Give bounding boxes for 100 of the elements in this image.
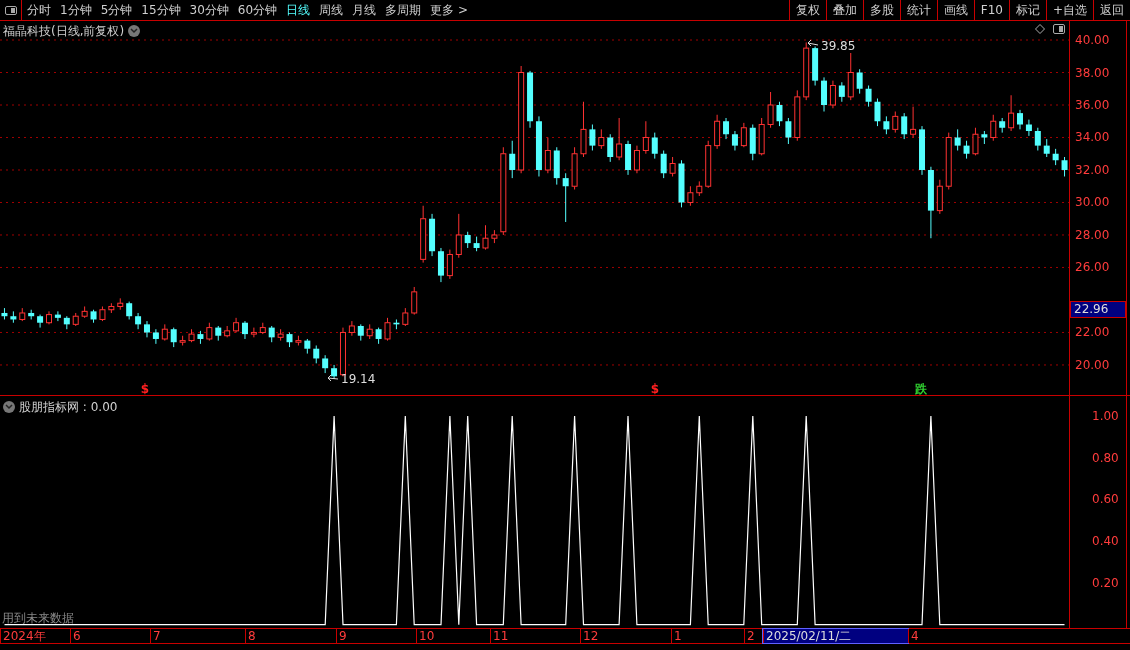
- time-axis-label: 6: [70, 629, 150, 643]
- chevron-down-icon[interactable]: [128, 25, 141, 37]
- candlestick: [482, 224, 489, 251]
- candlestick: [170, 327, 177, 348]
- candlestick: [224, 325, 231, 338]
- price-axis-label: 20.00: [1075, 357, 1110, 372]
- period-tab[interactable]: 日线: [286, 1, 311, 19]
- candlestick: [714, 114, 721, 150]
- candlestick: [812, 46, 819, 86]
- toolbar-button[interactable]: 多股: [862, 0, 900, 20]
- candlestick: [1025, 119, 1032, 137]
- candlestick: [972, 127, 979, 156]
- indicator-axis-label: 0.60: [1092, 492, 1119, 507]
- candlestick: [651, 132, 658, 160]
- candlestick: [821, 76, 827, 112]
- candlestick: [215, 325, 222, 342]
- candlestick: [81, 305, 88, 319]
- candlestick: [749, 124, 756, 161]
- high-price-label: 39.85: [821, 39, 856, 53]
- period-tab[interactable]: 周线: [319, 1, 344, 19]
- candlestick: [259, 322, 266, 335]
- candlestick: [1043, 138, 1050, 158]
- period-tab[interactable]: 1分钟: [60, 1, 92, 19]
- candlestick: [108, 302, 115, 314]
- toolbar-button[interactable]: 返回: [1093, 0, 1130, 20]
- candlestick: [197, 330, 204, 345]
- candlestick: [188, 328, 195, 343]
- candlestick: [411, 286, 418, 316]
- toolbar-button[interactable]: F10: [973, 0, 1009, 20]
- candlestick: [37, 314, 44, 329]
- candlestick: [740, 122, 747, 148]
- candlestick: [90, 309, 97, 324]
- candlestick: [874, 98, 881, 127]
- candlestick: [785, 117, 792, 145]
- price-axis-label: 38.00: [1075, 65, 1110, 80]
- candlestick: [981, 130, 988, 145]
- candlestick: [233, 317, 240, 333]
- candlestick: [696, 180, 703, 197]
- candlestick: [446, 249, 453, 280]
- toolbar-button[interactable]: 复权: [788, 0, 826, 20]
- candlestick: [179, 335, 186, 346]
- candlestick: [375, 327, 382, 345]
- price-axis-label: 26.00: [1075, 260, 1110, 275]
- sell-signal-marker: 跌: [915, 382, 927, 396]
- chevron-down-icon[interactable]: [3, 401, 15, 413]
- candlestick: [901, 112, 908, 140]
- period-tab[interactable]: 月线: [352, 1, 377, 19]
- toolbar-button[interactable]: 统计: [899, 0, 937, 20]
- candlestick: [1034, 127, 1041, 151]
- candlestick: [571, 146, 578, 190]
- candlestick: [72, 312, 79, 327]
- toolbar-button[interactable]: +自选: [1045, 0, 1093, 20]
- low-price-label: 19.14: [341, 372, 376, 386]
- candlestick: [1017, 109, 1023, 130]
- candlestick: [598, 128, 605, 150]
- candlestick: [491, 229, 498, 244]
- candlestick: [767, 91, 774, 129]
- candlestick: [1052, 148, 1059, 166]
- candlestick: [313, 344, 320, 364]
- indicator-axis-label: 0.20: [1092, 575, 1119, 590]
- toolbar-button[interactable]: 标记: [1008, 0, 1046, 20]
- candlestick: [553, 146, 560, 186]
- period-tab[interactable]: 15分钟: [141, 1, 181, 19]
- candlestick: [277, 328, 284, 342]
- period-tab[interactable]: 30分钟: [189, 1, 229, 19]
- panel-toggle-icon[interactable]: [4, 5, 17, 15]
- candlestick: [954, 128, 961, 151]
- candlestick: [963, 140, 970, 160]
- price-axis-label: 34.00: [1075, 130, 1110, 145]
- candlestick: [589, 124, 596, 151]
- candlestick: [945, 132, 952, 190]
- candlestick: [544, 137, 551, 174]
- candlestick: [794, 89, 801, 142]
- period-tab[interactable]: 更多 >: [430, 1, 468, 19]
- candlestick: [1061, 156, 1068, 177]
- candlestick: [242, 320, 248, 340]
- high-marker-arrow: [807, 39, 819, 47]
- candlestick: [304, 338, 311, 355]
- candlestick: [46, 310, 52, 325]
- period-tab[interactable]: 5分钟: [100, 1, 133, 19]
- period-tab[interactable]: 分时: [27, 1, 51, 19]
- time-axis-label: 7: [150, 629, 245, 643]
- candlestick: [865, 85, 872, 108]
- period-tab[interactable]: 60分钟: [237, 1, 278, 19]
- candlestick: [660, 150, 667, 179]
- time-axis-label: 2024年: [0, 629, 70, 643]
- current-price-tag: 22.96: [1070, 301, 1126, 318]
- panel-toggle-icon[interactable]: [1053, 24, 1065, 34]
- candlestick: [642, 120, 649, 155]
- candlestick: [322, 354, 329, 374]
- candlestick: [562, 172, 569, 223]
- warning-text: 用到未来数据: [2, 610, 74, 627]
- candlestick: [678, 159, 685, 208]
- toolbar-button[interactable]: 画线: [936, 0, 974, 20]
- toolbar-button[interactable]: 叠加: [825, 0, 863, 20]
- period-tab[interactable]: 多周期: [385, 1, 422, 19]
- indicator-axis-label: 0.40: [1092, 534, 1119, 549]
- candlestick: [63, 315, 70, 330]
- candlestick: [54, 310, 61, 322]
- diamond-icon[interactable]: [1035, 24, 1045, 34]
